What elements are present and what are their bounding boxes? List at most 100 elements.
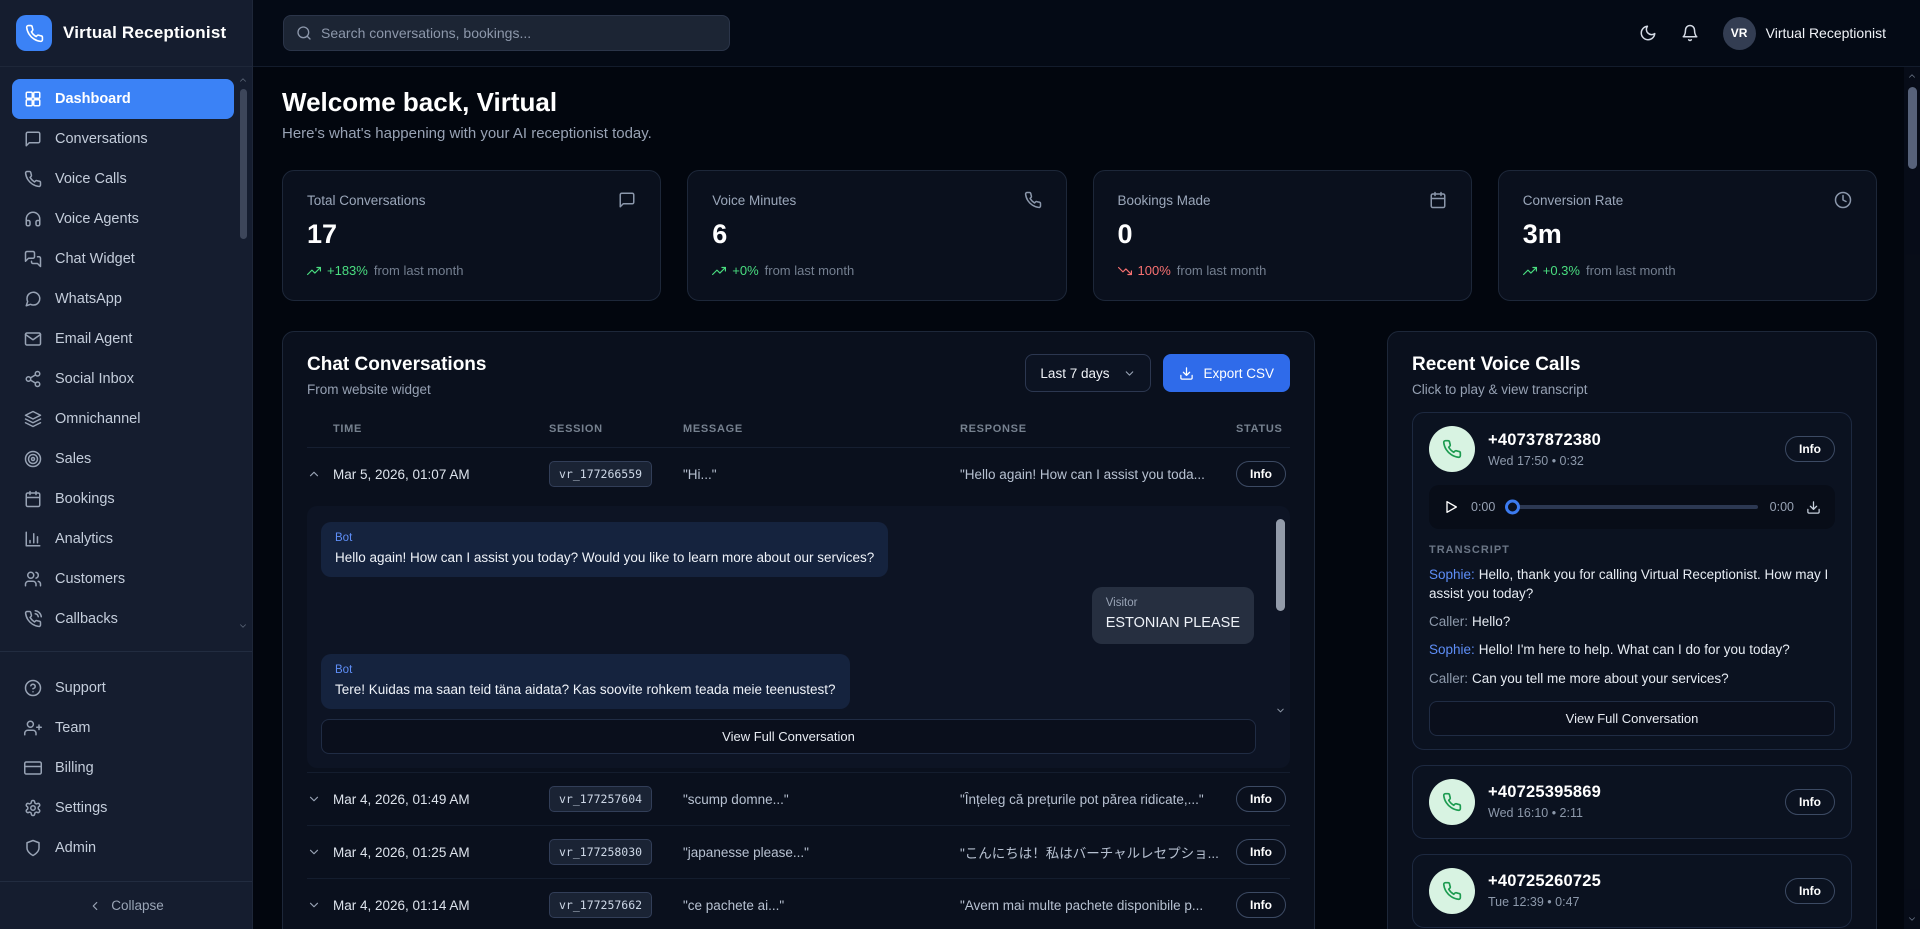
gear-icon bbox=[24, 799, 42, 817]
sidebar-item-analytics[interactable]: Analytics bbox=[12, 519, 234, 559]
theme-toggle-button[interactable] bbox=[1639, 24, 1657, 42]
seek-slider[interactable] bbox=[1507, 505, 1757, 509]
info-button[interactable]: Info bbox=[1236, 461, 1286, 487]
notifications-button[interactable] bbox=[1681, 24, 1699, 42]
sidebar-scrollbar[interactable] bbox=[238, 75, 248, 631]
app-window: Virtual Receptionist Dashboard Conversat… bbox=[0, 0, 1920, 929]
session-badge: vr_177258030 bbox=[549, 839, 652, 865]
user-menu[interactable]: VR Virtual Receptionist bbox=[1723, 17, 1886, 50]
collapse-sidebar-button[interactable]: Collapse bbox=[0, 881, 252, 929]
sidebar-item-admin[interactable]: Admin bbox=[12, 828, 234, 868]
conversation-scrollbar-thumb[interactable] bbox=[1276, 519, 1285, 611]
sidebar-item-bookings[interactable]: Bookings bbox=[12, 479, 234, 519]
sidebar-item-label: Team bbox=[55, 720, 90, 736]
search-input[interactable] bbox=[321, 25, 717, 41]
row-message: "japanesse please..." bbox=[683, 845, 960, 860]
chevron-down-icon[interactable] bbox=[307, 792, 333, 806]
chevron-up-icon bbox=[238, 75, 248, 85]
sidebar-item-social-inbox[interactable]: Social Inbox bbox=[12, 359, 234, 399]
sidebar-item-email-agent[interactable]: Email Agent bbox=[12, 319, 234, 359]
sidebar-nav: Dashboard Conversations Voice Calls Voic… bbox=[0, 67, 252, 645]
message-text: ESTONIAN PLEASE bbox=[1106, 614, 1240, 634]
table-row[interactable]: Mar 4, 2026, 01:49 AM vr_177257604 "scum… bbox=[307, 772, 1290, 826]
phone-icon bbox=[25, 24, 44, 43]
window-scrollbar-thumb[interactable] bbox=[1908, 87, 1917, 169]
elapsed-time: 0:00 bbox=[1471, 500, 1495, 514]
total-time: 0:00 bbox=[1770, 500, 1794, 514]
chevron-up-icon[interactable] bbox=[307, 467, 333, 481]
message-role-label: Visitor bbox=[1106, 597, 1240, 609]
sidebar-item-label: Social Inbox bbox=[55, 371, 134, 387]
sidebar-item-billing[interactable]: Billing bbox=[12, 748, 234, 788]
sidebar-item-voice-agents[interactable]: Voice Agents bbox=[12, 199, 234, 239]
voice-call-card[interactable]: +40725395869 Wed 16:10 • 2:11 Info bbox=[1412, 765, 1852, 839]
recent-voice-calls-panel: Recent Voice Calls Click to play & view … bbox=[1387, 331, 1877, 929]
message-square-icon bbox=[24, 130, 42, 148]
info-button[interactable]: Info bbox=[1785, 436, 1835, 462]
voice-panel-subtitle: Click to play & view transcript bbox=[1412, 382, 1852, 397]
chevron-down-icon[interactable] bbox=[307, 898, 333, 912]
chevron-down-icon bbox=[1123, 367, 1136, 380]
view-full-conversation-button[interactable]: View Full Conversation bbox=[1429, 701, 1835, 736]
info-button[interactable]: Info bbox=[1785, 789, 1835, 815]
global-search[interactable] bbox=[283, 15, 730, 51]
column-header-message: MESSAGE bbox=[683, 423, 960, 435]
sidebar: Virtual Receptionist Dashboard Conversat… bbox=[0, 0, 253, 929]
sidebar-item-settings[interactable]: Settings bbox=[12, 788, 234, 828]
seek-slider-thumb[interactable] bbox=[1505, 500, 1520, 515]
export-csv-button[interactable]: Export CSV bbox=[1163, 354, 1290, 392]
sidebar-item-label: Analytics bbox=[55, 531, 113, 547]
sidebar-item-customers[interactable]: Customers bbox=[12, 559, 234, 599]
sidebar-item-whatsapp[interactable]: WhatsApp bbox=[12, 279, 234, 319]
sidebar-item-team[interactable]: Team bbox=[12, 708, 234, 748]
sidebar-item-sales[interactable]: Sales bbox=[12, 439, 234, 479]
date-range-select[interactable]: Last 7 days bbox=[1025, 354, 1151, 392]
stat-delta: 100% bbox=[1138, 263, 1171, 278]
stat-label: Bookings Made bbox=[1118, 193, 1211, 208]
conversation-scrollbar[interactable] bbox=[1275, 516, 1285, 716]
play-button[interactable] bbox=[1443, 499, 1459, 515]
sidebar-item-chat-widget[interactable]: Chat Widget bbox=[12, 239, 234, 279]
table-row[interactable]: Mar 4, 2026, 01:14 AM vr_177257662 "ce p… bbox=[307, 879, 1290, 929]
calendar-icon bbox=[24, 490, 42, 508]
info-button[interactable]: Info bbox=[1236, 892, 1286, 918]
voice-panel-title: Recent Voice Calls bbox=[1412, 354, 1852, 376]
chat-panel-subtitle: From website widget bbox=[307, 382, 486, 397]
sidebar-item-omnichannel[interactable]: Omnichannel bbox=[12, 399, 234, 439]
sidebar-item-label: Omnichannel bbox=[55, 411, 140, 427]
row-time: Mar 4, 2026, 01:25 AM bbox=[333, 845, 549, 860]
view-full-conversation-button[interactable]: View Full Conversation bbox=[321, 719, 1256, 754]
sidebar-item-callbacks[interactable]: Callbacks bbox=[12, 599, 234, 639]
session-badge: vr_177266559 bbox=[549, 461, 652, 487]
sidebar-item-dashboard[interactable]: Dashboard bbox=[12, 79, 234, 119]
chevron-down-icon bbox=[238, 621, 248, 631]
chevron-down-icon[interactable] bbox=[307, 845, 333, 859]
voice-call-card[interactable]: +40725260725 Tue 12:39 • 0:47 Info bbox=[1412, 854, 1852, 928]
table-row[interactable]: Mar 5, 2026, 01:07 AM vr_177266559 "Hi..… bbox=[307, 448, 1290, 500]
info-button[interactable]: Info bbox=[1236, 839, 1286, 865]
sidebar-item-support[interactable]: Support bbox=[12, 668, 234, 708]
sidebar-item-conversations[interactable]: Conversations bbox=[12, 119, 234, 159]
session-badge: vr_177257662 bbox=[549, 892, 652, 918]
info-button[interactable]: Info bbox=[1236, 786, 1286, 812]
stat-card-bookings-made: Bookings Made 0 100%from last month bbox=[1093, 170, 1472, 301]
message-square-icon bbox=[618, 191, 636, 209]
stat-delta: +183% bbox=[327, 263, 368, 278]
window-scrollbar[interactable] bbox=[1904, 67, 1920, 929]
table-row[interactable]: Mar 4, 2026, 01:25 AM vr_177258030 "japa… bbox=[307, 826, 1290, 879]
sidebar-item-label: Sales bbox=[55, 451, 91, 467]
transcript-text: Hello! I'm here to help. What can I do f… bbox=[1479, 642, 1790, 657]
visitor-message-bubble: Visitor ESTONIAN PLEASE bbox=[1092, 587, 1254, 644]
sidebar-item-label: WhatsApp bbox=[55, 291, 122, 307]
transcript-text: Can you tell me more about your services… bbox=[1472, 671, 1729, 686]
phone-callback-icon bbox=[24, 610, 42, 628]
sidebar-scrollbar-thumb[interactable] bbox=[240, 89, 247, 239]
download-recording-button[interactable] bbox=[1806, 500, 1821, 515]
help-circle-icon bbox=[24, 679, 42, 697]
info-button[interactable]: Info bbox=[1785, 878, 1835, 904]
sidebar-item-voice-calls[interactable]: Voice Calls bbox=[12, 159, 234, 199]
phone-icon bbox=[1429, 779, 1475, 825]
layers-icon bbox=[24, 410, 42, 428]
voice-call-card[interactable]: +40737872380 Wed 17:50 • 0:32 Info 0:00 … bbox=[1412, 412, 1852, 750]
sidebar-item-label: Billing bbox=[55, 760, 94, 776]
